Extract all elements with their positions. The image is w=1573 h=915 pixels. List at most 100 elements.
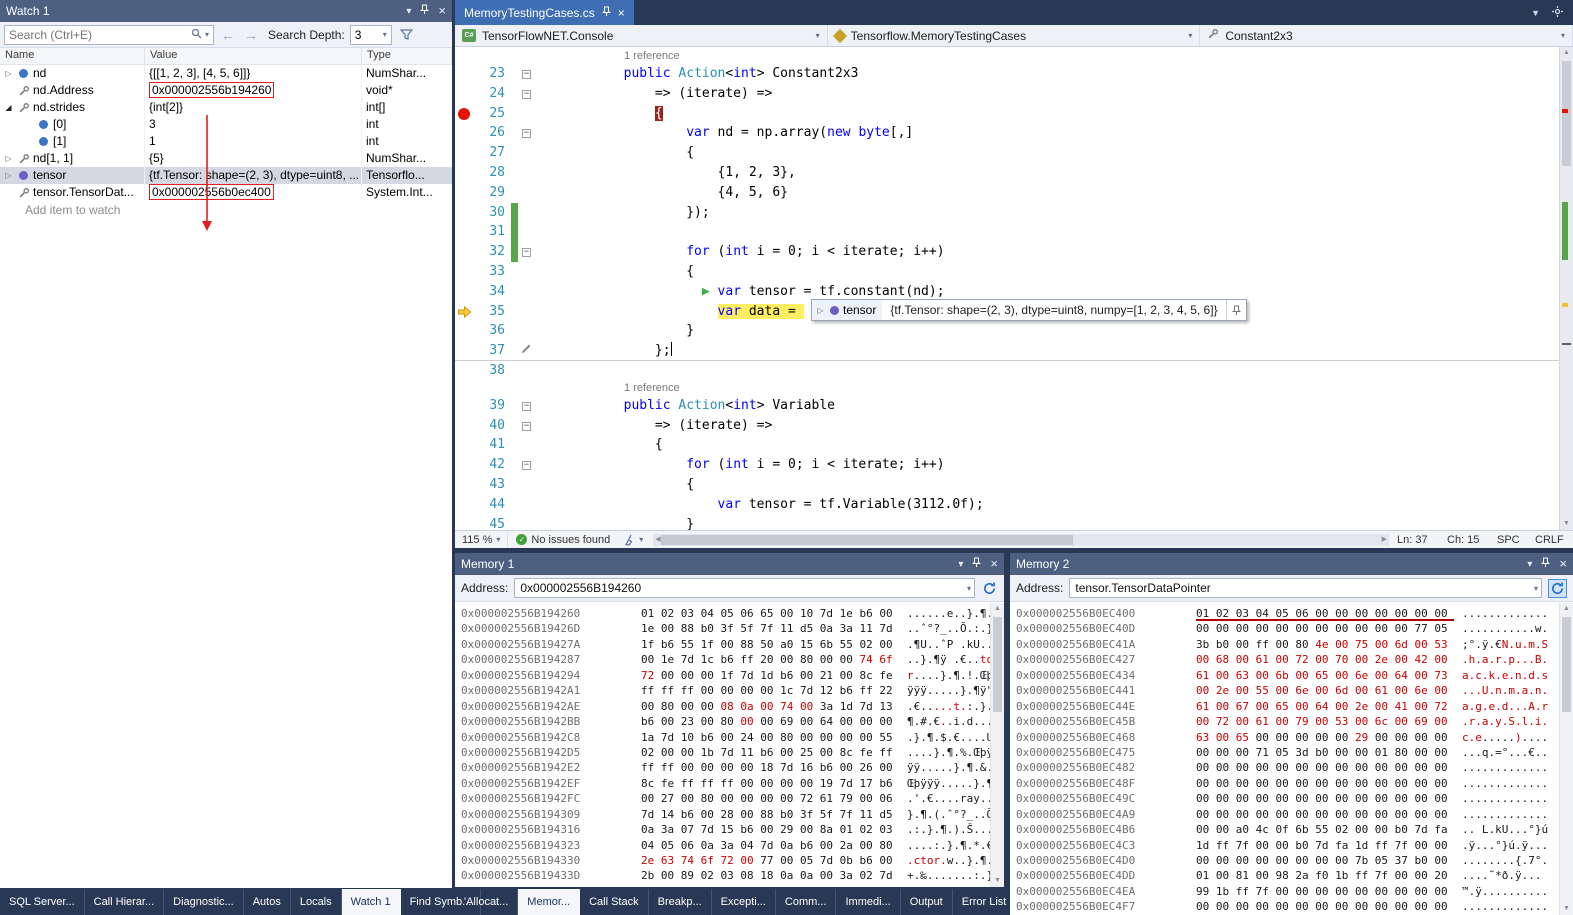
memory-row[interactable]: 0x000002556B19429472 00 00 00 1f 7d 1d b… [461,668,990,683]
search-input[interactable] [9,28,188,42]
expander-icon[interactable]: ▷ [3,65,14,82]
codelens-references[interactable]: 1 reference [455,381,1559,396]
memory-row[interactable]: 0x000002556B0EC4DD01 00 81 00 98 2a f0 1… [1016,868,1559,883]
watch-row[interactable]: tensor.TensorDat...0x000002556b0ec400Sys… [0,184,452,201]
tab-list-chevron-icon[interactable]: ▼ [1531,8,1540,18]
breakpoint-margin[interactable] [455,242,475,262]
scrollbar-thumb[interactable] [1562,617,1571,712]
memory-row[interactable]: 0x000002556B1942D502 00 00 1b 7d 11 b6 0… [461,745,990,760]
memory-row[interactable]: 0x000002556B0EC46863 00 65 00 00 00 00 0… [1016,730,1559,745]
bottom-tab-call-stack[interactable]: Call Stack [580,889,649,915]
breakpoint-margin[interactable] [455,282,475,302]
memory-row[interactable]: 0x000002556B19426001 02 03 04 05 06 65 0… [461,606,990,621]
fold-toggle[interactable]: − [518,416,535,436]
breakpoint-margin[interactable] [455,143,475,163]
memory-1-hex-dump[interactable]: 0x000002556B19426001 02 03 04 05 06 65 0… [455,603,990,887]
watch-row[interactable]: ◢nd.strides{int[2]}int[] [0,99,452,116]
breakpoint-margin[interactable] [455,321,475,341]
scroll-left-icon[interactable]: ◀ [655,534,660,546]
breakpoint-margin[interactable] [455,183,475,203]
bottom-tab-watch-1[interactable]: Watch 1 [342,889,401,915]
search-depth-select[interactable]: 3▾ [350,25,392,45]
memory-row[interactable]: 0x000002556B0EC44100 2e 00 55 00 6e 00 6… [1016,683,1559,698]
pin-icon[interactable] [602,6,611,20]
memory-row[interactable]: 0x000002556B0EC48F00 00 00 00 00 00 00 0… [1016,776,1559,791]
memory-row[interactable]: 0x000002556B1943302e 63 74 6f 72 00 77 0… [461,853,990,868]
scroll-down-icon[interactable]: ▼ [991,875,1004,887]
scroll-down-icon[interactable]: ▼ [1560,903,1573,915]
fold-toggle[interactable]: − [518,242,535,262]
code-area[interactable]: 1 reference23− public Action<int> Consta… [455,47,1573,530]
memory-row[interactable]: 0x000002556B1942EF8c fe ff ff ff 00 00 0… [461,776,990,791]
breakpoint-margin[interactable] [455,262,475,282]
breakpoint-margin[interactable] [455,396,475,416]
pin-icon[interactable] [972,557,981,571]
memory-row[interactable]: 0x000002556B19427A1f b6 55 1f 00 88 50 a… [461,637,990,652]
scroll-up-icon[interactable]: ▲ [991,603,1004,615]
memory-row[interactable]: 0x000002556B0EC4C31d ff 7f 00 00 b0 7d f… [1016,838,1559,853]
memory-row[interactable]: 0x000002556B1943097d 14 b6 00 28 00 88 b… [461,807,990,822]
address-input-box[interactable]: ▾ [514,578,975,598]
breakpoint-margin[interactable] [455,222,475,242]
column-header-value[interactable]: Value [145,48,362,64]
debugger-datatip[interactable]: ▷ tensor {tf.Tensor: shape=(2, 3), dtype… [811,299,1247,321]
memory-row[interactable]: 0x000002556B1942A1ff ff ff 00 00 00 00 1… [461,683,990,698]
memory-row[interactable]: 0x000002556B0EC44E61 00 67 00 65 00 64 0… [1016,699,1559,714]
editor-vertical-scrollbar[interactable]: ▲ ▼ [1559,47,1573,530]
memory-row[interactable]: 0x000002556B1942BBb6 00 23 00 80 00 00 6… [461,714,990,729]
memory-row[interactable]: 0x000002556B1942C81a 7d 10 b6 00 24 00 8… [461,730,990,745]
memory-row[interactable]: 0x000002556B0EC40001 02 03 04 05 06 00 0… [1016,606,1559,621]
add-watch-item-row[interactable]: Add item to watch [0,201,452,218]
memory-row[interactable]: 0x000002556B1942FC00 27 00 80 00 00 00 0… [461,791,990,806]
filter-icon[interactable] [397,29,416,41]
watch-row[interactable]: ▷tensor{tf.Tensor: shape=(2, 3), dtype=u… [0,167,452,184]
bottom-tab-comm-[interactable]: Comm... [776,889,837,915]
breakpoint-margin[interactable] [455,163,475,183]
breakpoint-margin[interactable] [455,123,475,143]
project-dropdown[interactable]: C# TensorFlowNET.Console ▾ [455,25,828,46]
chevron-down-icon[interactable]: ▾ [967,584,971,593]
breakpoint-margin[interactable] [455,104,475,124]
bottom-tab-memor-[interactable]: Memor... [518,889,580,915]
status-spaces-mode[interactable]: SPC [1493,534,1531,546]
breakpoint-margin[interactable] [455,495,475,515]
codelens-references[interactable]: 1 reference [455,49,1559,64]
bottom-tab-breakp-[interactable]: Breakp... [649,889,712,915]
search-next-button[interactable]: → [242,27,260,43]
type-dropdown[interactable]: Tensorflow.MemoryTestingCases ▾ [828,25,1201,46]
chevron-down-icon[interactable]: ▾ [1534,584,1538,593]
breakpoint-margin[interactable] [455,416,475,436]
expander-icon[interactable]: ▷ [3,150,14,167]
window-options-icon[interactable] [1552,6,1563,19]
memory-row[interactable]: 0x000002556B0EC4A900 00 00 00 00 00 00 0… [1016,807,1559,822]
code-cleanup-button[interactable]: ▾ [618,534,649,546]
watch-row[interactable]: [0]3int [0,116,452,133]
breakpoint-margin[interactable] [455,515,475,530]
breakpoint-margin[interactable] [455,64,475,84]
bottom-tab-locals[interactable]: Locals [291,889,342,915]
scrollbar-thumb[interactable] [993,617,1002,712]
memory-row[interactable]: 0x000002556B0EC4EA99 1b ff 7f 00 00 00 0… [1016,884,1559,899]
memory-row[interactable]: 0x000002556B1942E2ff ff 00 00 00 00 18 7… [461,760,990,775]
chevron-down-icon[interactable]: ▾ [958,559,963,570]
current-statement-margin[interactable] [455,302,475,322]
memory-row[interactable]: 0x000002556B0EC42700 68 00 61 00 72 00 7… [1016,652,1559,667]
column-header-type[interactable]: Type [362,48,452,64]
expander-icon[interactable]: ▷ [815,306,826,315]
memory-row[interactable]: 0x000002556B19426D1e 00 88 b0 3f 5f 7f 1… [461,621,990,636]
chevron-down-icon[interactable]: ▾ [1527,559,1532,570]
memory-row[interactable]: 0x000002556B19433D2b 00 89 02 03 08 18 0… [461,868,990,883]
fold-toggle[interactable]: − [518,455,535,475]
memory-row[interactable]: 0x000002556B0EC48200 00 00 00 00 00 00 0… [1016,760,1559,775]
breakpoint-margin[interactable] [455,361,475,381]
zoom-control[interactable]: 115 %▾ [455,531,508,548]
member-dropdown[interactable]: Constant2x3 ▾ [1200,25,1573,46]
memory-1-scrollbar[interactable]: ▲ ▼ [990,603,1004,887]
document-tab[interactable]: MemoryTestingCases.cs × [455,0,634,25]
pin-icon[interactable] [1226,300,1246,320]
bottom-tab-call-hierar-[interactable]: Call Hierar... [85,889,165,915]
fold-toggle[interactable]: − [518,396,535,416]
search-prev-button[interactable]: ← [219,27,237,43]
address-input[interactable] [520,581,963,595]
breakpoint-margin[interactable] [455,84,475,104]
